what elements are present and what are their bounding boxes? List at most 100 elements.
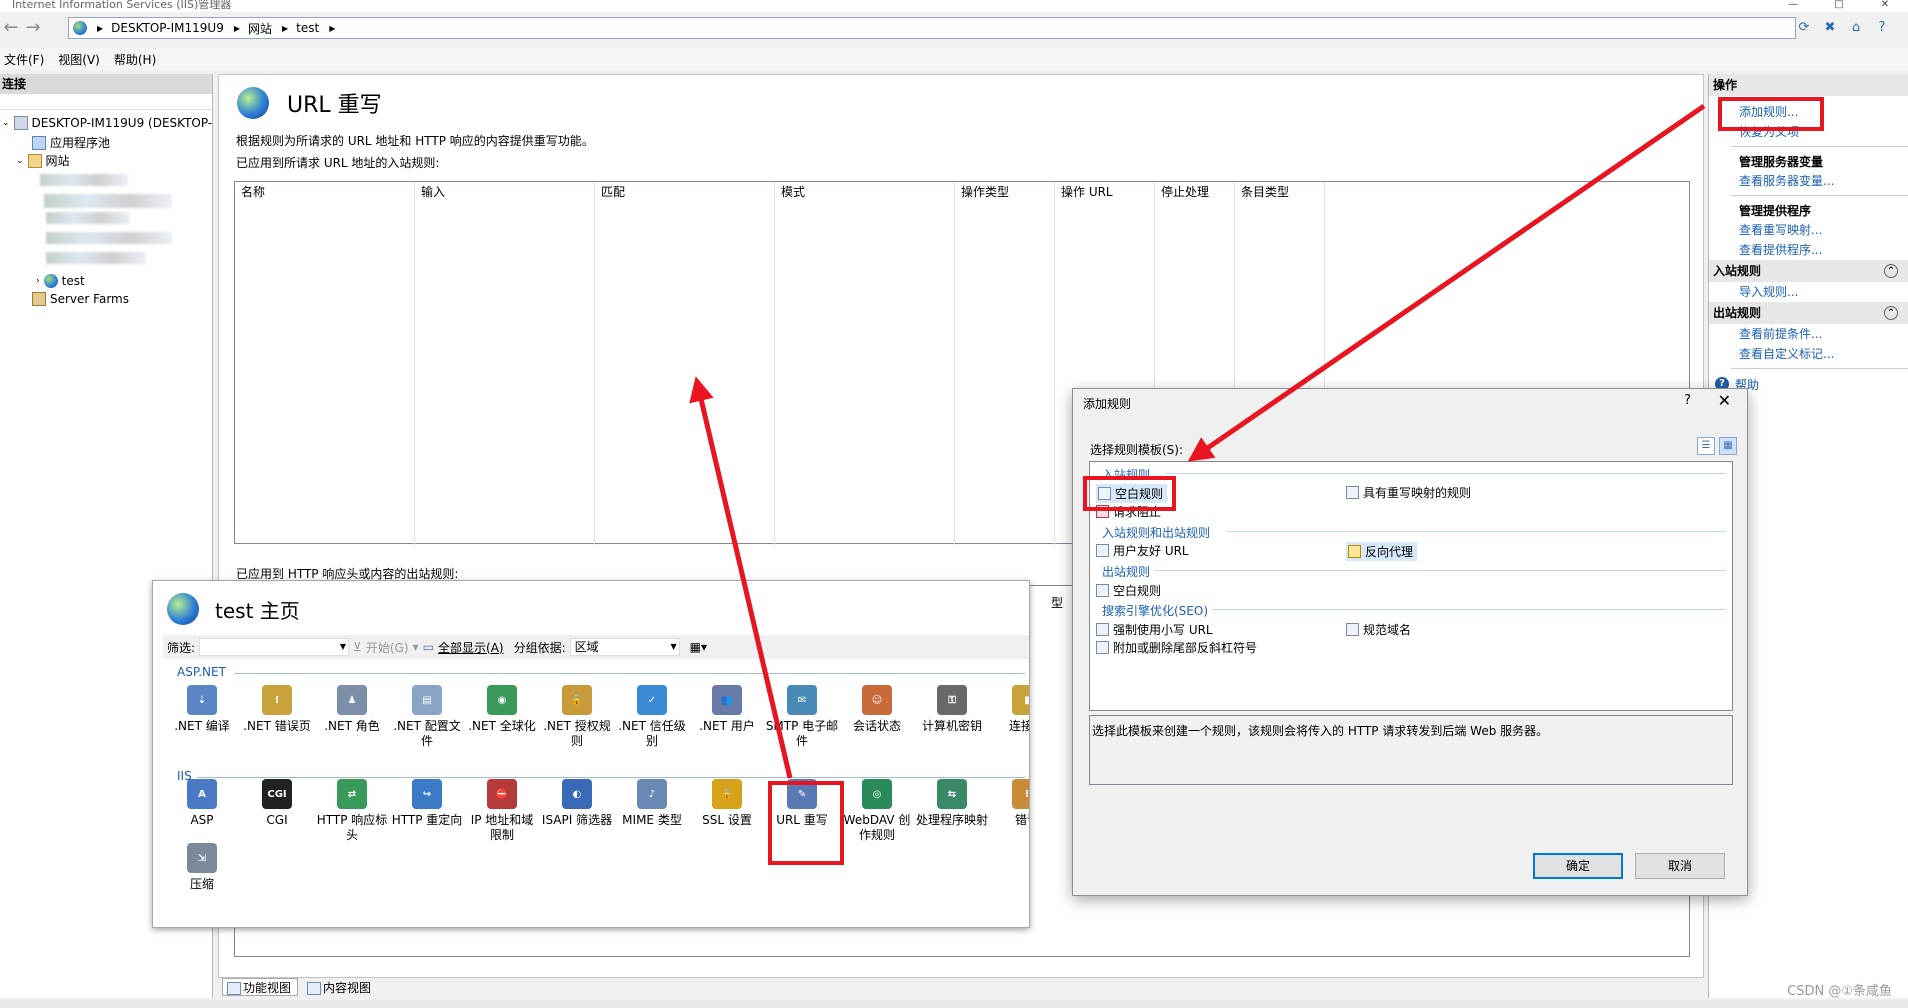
feature-item[interactable]: 🔒 SSL 设置 <box>690 779 764 828</box>
inbound-rules-section[interactable]: 入站规则 ⌃ <box>1709 260 1908 282</box>
template-list[interactable]: 入站规则 空白规则 具有重写映射的规则 请求阻止 入站规则和出站规则 用户友好 … <box>1089 461 1733 711</box>
ok-button[interactable]: 确定 <box>1533 853 1623 879</box>
close-window-button[interactable]: ✕ <box>1862 0 1908 10</box>
maximize-button[interactable]: □ <box>1816 0 1862 10</box>
list-view-icon[interactable]: ☰ <box>1697 437 1715 455</box>
menu-bar: 文件(F) 视图(V) 帮助(H) <box>0 48 1908 70</box>
template-friendly-url[interactable]: 用户友好 URL <box>1096 542 1189 559</box>
feature-item[interactable]: ! .NET 错误页 <box>240 685 314 734</box>
menu-file[interactable]: 文件(F) <box>0 51 54 68</box>
view-server-vars-link[interactable]: 查看服务器变量... <box>1709 171 1908 191</box>
tree-node-site-test[interactable]: › test <box>36 272 85 290</box>
view-mode-icon[interactable]: ▦▾ <box>690 640 707 654</box>
stop-icon[interactable]: ✖ <box>1820 18 1840 38</box>
feature-item[interactable]: ▮ 连接字 <box>990 685 1029 734</box>
feature-item[interactable]: ↪ HTTP 重定向 <box>390 779 464 828</box>
feature-item[interactable]: CGI CGI <box>240 779 314 828</box>
feature-label: 压缩 <box>189 877 214 891</box>
refresh-icon[interactable]: ⟳ <box>1794 18 1814 38</box>
filter-input[interactable]: ▼ <box>199 638 350 656</box>
column-header[interactable]: 模式 <box>775 182 955 545</box>
breadcrumb-site[interactable]: test <box>296 21 319 35</box>
feature-item[interactable]: ◎ WebDAV 创作规则 <box>840 779 914 843</box>
import-rules-link[interactable]: 导入规则... <box>1709 282 1908 302</box>
column-header[interactable]: 匹配 <box>595 182 775 545</box>
home-header: test 主页 <box>167 593 300 625</box>
feature-item[interactable]: ▤ .NET 配置文件 <box>390 685 464 749</box>
back-icon[interactable]: ← <box>0 17 22 39</box>
view-providers-link[interactable]: 查看提供程序... <box>1709 240 1908 260</box>
view-rewrite-maps-link[interactable]: 查看重写映射... <box>1709 220 1908 240</box>
tree-node-server[interactable]: ⌄ DESKTOP-IM119U9 (DESKTOP- <box>2 114 212 132</box>
template-lowercase[interactable]: 强制使用小写 URL <box>1096 621 1213 638</box>
template-label: 具有重写映射的规则 <box>1363 486 1472 500</box>
chevron-down-icon[interactable]: ⌄ <box>2 114 10 132</box>
column-header[interactable]: 名称 <box>235 182 415 545</box>
feature-label: 会话状态 <box>852 719 901 733</box>
chevron-down-icon[interactable]: ▼ <box>670 639 676 655</box>
cancel-button[interactable]: 取消 <box>1635 853 1725 879</box>
feature-item[interactable]: ♪ MIME 类型 <box>615 779 689 828</box>
template-description: 选择此模板来创建一个规则，该规则会将传入的 HTTP 请求转发到后端 Web 服… <box>1089 715 1733 785</box>
group-outbound: 出站规则 <box>1102 565 1151 579</box>
template-canonical[interactable]: 规范域名 <box>1346 621 1411 638</box>
menu-view[interactable]: 视图(V) <box>54 51 110 68</box>
tab-features-view[interactable]: 功能视图 <box>222 978 299 996</box>
start-button[interactable]: 开始(G) <box>366 639 409 656</box>
view-custom-tags-link[interactable]: 查看自定义标记... <box>1709 344 1908 364</box>
feature-item[interactable]: ✓ .NET 信任级别 <box>615 685 689 749</box>
column-header[interactable]: 输入 <box>415 182 595 545</box>
feature-item[interactable]: 👥 .NET 用户 <box>690 685 764 734</box>
tab-content-view[interactable]: 内容视图 <box>302 978 379 996</box>
tile-view-icon[interactable]: ▦ <box>1719 437 1737 455</box>
breadcrumb-sites[interactable]: 网站 <box>248 20 272 37</box>
feature-icon: ⇣ <box>187 685 217 715</box>
feature-item[interactable]: ☺ 会话状态 <box>840 685 914 734</box>
feature-item[interactable]: A ASP <box>165 779 239 828</box>
dialog-help-button[interactable]: ? <box>1684 393 1691 408</box>
address-toolbar: ← → ▶ DESKTOP-IM119U9 ▶ 网站 ▶ test ▶ ⟳ ✖ … <box>0 12 1908 44</box>
feature-item[interactable]: ⇲ 压缩 <box>165 843 239 892</box>
home-icon[interactable]: ⌂ <box>1846 18 1866 38</box>
chevron-right-icon[interactable]: › <box>36 272 40 290</box>
chevron-down-icon[interactable]: ⌄ <box>16 152 24 170</box>
feature-item[interactable]: ⇆ 处理程序映射 <box>915 779 989 828</box>
view-preconditions-link[interactable]: 查看前提条件... <box>1709 324 1908 344</box>
globe-icon <box>73 21 87 35</box>
outbound-rules-section[interactable]: 出站规则 ⌃ <box>1709 302 1908 324</box>
show-all-button[interactable]: 全部显示(A) <box>438 639 504 656</box>
address-box[interactable]: ▶ DESKTOP-IM119U9 ▶ 网站 ▶ test ▶ <box>68 17 1796 39</box>
feature-item[interactable]: 🔒 .NET 授权规则 <box>540 685 614 749</box>
manage-server-vars-heading: 管理服务器变量 <box>1739 155 1824 169</box>
column-header[interactable]: 操作类型 <box>955 182 1055 545</box>
feature-item[interactable]: ◐ ISAPI 筛选器 <box>540 779 614 828</box>
collapse-icon[interactable]: ⌃ <box>1884 306 1898 320</box>
help-icon[interactable]: ? <box>1872 18 1892 38</box>
minimize-button[interactable]: — <box>1770 0 1816 10</box>
chevron-down-icon[interactable]: ▼ <box>340 639 346 655</box>
feature-item[interactable]: ⇄ HTTP 响应标头 <box>315 779 389 843</box>
tree-node-sites[interactable]: ⌄ 网站 <box>16 152 70 170</box>
feature-item[interactable]: ⚿ 计算机密钥 <box>915 685 989 734</box>
dialog-close-icon[interactable]: ✕ <box>1718 391 1731 410</box>
feature-item[interactable]: ! 错误 <box>990 779 1029 828</box>
feature-label: .NET 信任级别 <box>618 719 686 748</box>
template-rewrite-map[interactable]: 具有重写映射的规则 <box>1346 484 1471 501</box>
template-reverse-proxy[interactable]: 反向代理 <box>1346 542 1418 561</box>
tree-node-app-pools[interactable]: 应用程序池 <box>32 134 110 152</box>
group-by-select[interactable]: 区域 ▼ <box>569 638 680 656</box>
feature-item[interactable]: ⇣ .NET 编译 <box>165 685 239 734</box>
feature-item[interactable]: ♟ .NET 角色 <box>315 685 389 734</box>
feature-item[interactable]: ◉ .NET 全球化 <box>465 685 539 734</box>
collapse-icon[interactable]: ⌃ <box>1884 264 1898 278</box>
menu-help[interactable]: 帮助(H) <box>110 51 166 68</box>
forward-icon[interactable]: → <box>22 17 44 39</box>
feature-item[interactable]: ✉ SMTP 电子邮件 <box>765 685 839 749</box>
feature-item[interactable]: ⛔ IP 地址和域限制 <box>465 779 539 843</box>
feature-label: HTTP 响应标头 <box>316 813 388 842</box>
template-trailing-slash[interactable]: 附加或删除尾部反斜杠符号 <box>1096 639 1257 656</box>
feature-label: SSL 设置 <box>702 813 752 827</box>
tree-node-server-farms[interactable]: Server Farms <box>32 290 129 308</box>
breadcrumb-server[interactable]: DESKTOP-IM119U9 <box>111 21 224 35</box>
template-outbound-blank[interactable]: 空白规则 <box>1096 582 1161 599</box>
